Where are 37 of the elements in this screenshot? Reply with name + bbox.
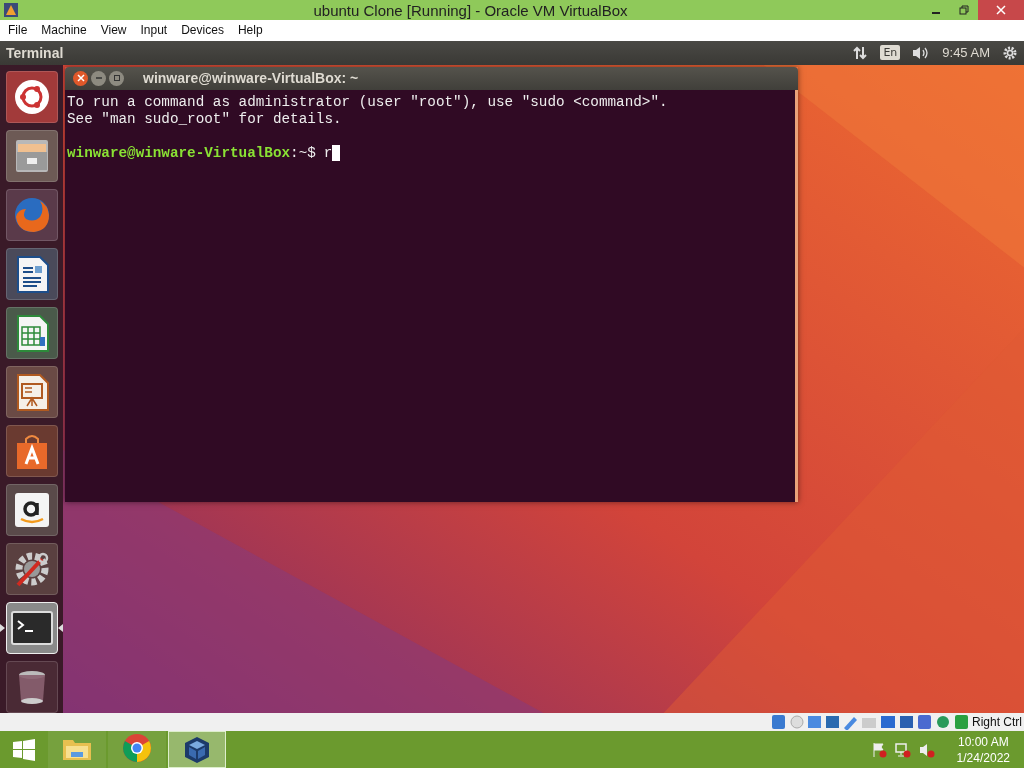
volume-icon[interactable] [918,741,935,758]
action-center-icon[interactable] [870,741,887,758]
app-title: Terminal [6,44,64,61]
windows-logo-icon [13,738,35,761]
network-icon[interactable] [852,44,869,61]
minimize-icon [932,12,940,14]
cube-icon [182,734,212,765]
restore-icon [959,5,969,15]
prompt-path: :~$ [290,144,316,162]
terminal-output: See "man sudo_root" for details. [67,110,343,128]
menu-item[interactable]: View [94,21,135,40]
host-key-label: Right Ctrl [972,714,1022,729]
taskbar-button[interactable] [168,731,226,768]
menu-item[interactable]: File [2,21,36,40]
maximize-icon [112,74,121,83]
launcher-item[interactable] [5,601,58,654]
prompt-user: winware@winware-VirtualBox [67,144,291,162]
menu-item[interactable]: Machine [35,21,95,40]
volume-icon[interactable] [912,44,931,61]
network-icon[interactable] [894,741,911,758]
menu-item[interactable]: Help [231,21,271,40]
menu-item[interactable]: Devices [175,21,232,40]
settings-icon[interactable] [1002,44,1018,61]
text-cursor [332,145,341,162]
menu-item[interactable]: Input [134,21,176,40]
keyboard-indicator[interactable]: En [880,45,901,61]
window-title: ubuntu Clone [Running] - Oracle VM VirtualBox [312,1,629,19]
close-icon [996,5,1006,15]
maximize-button[interactable] [109,70,124,86]
chrome-icon [122,733,152,764]
app-icon [3,2,19,19]
clock[interactable]: 9:45 AM [942,45,990,61]
command-input[interactable]: r [323,144,333,162]
close-button[interactable] [73,70,88,86]
close-icon [76,74,85,83]
terminal-output: To run a command as administrator (user "root"), use "sudo <command>". [67,93,669,111]
window-title: winware@winware-VirtualBox: ~ [143,70,359,87]
